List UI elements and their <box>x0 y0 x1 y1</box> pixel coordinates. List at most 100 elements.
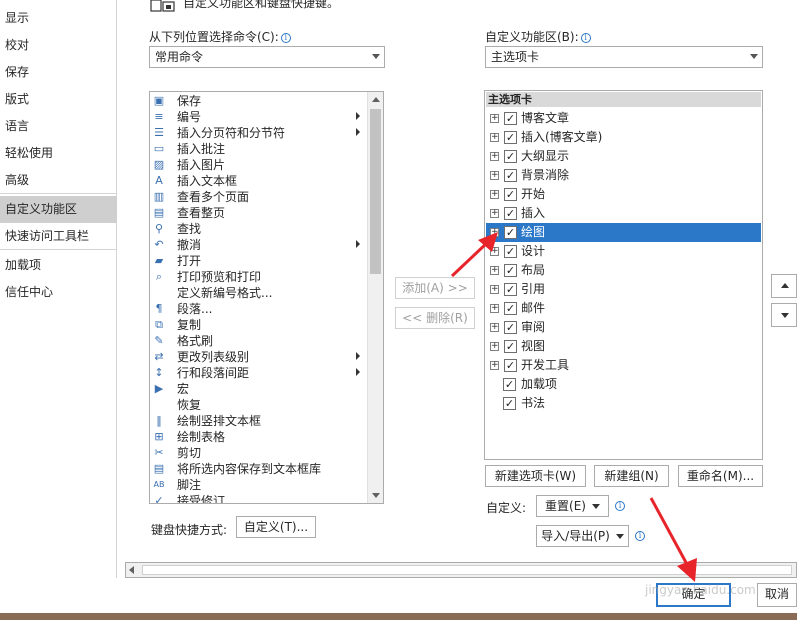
tab-checkbox[interactable]: ✓ <box>504 188 517 201</box>
command-item[interactable]: ☰ 插入分页符和分节符 <box>150 125 368 141</box>
expand-icon[interactable]: + <box>490 114 499 123</box>
nav-item[interactable]: 信任中心 <box>0 279 117 306</box>
tab-checkbox[interactable]: ✓ <box>504 321 517 334</box>
rename-button[interactable]: 重命名(M)... <box>678 465 763 487</box>
command-item[interactable]: ▤ 查看整页 <box>150 205 368 221</box>
command-item[interactable]: ‖ 绘制竖排文本框 <box>150 413 368 429</box>
import-export-dropdown[interactable]: 导入/导出(P) <box>536 525 629 547</box>
move-up-button[interactable] <box>771 274 797 298</box>
expand-icon[interactable]: + <box>490 171 499 180</box>
command-item[interactable]: ⚲ 查找 <box>150 221 368 237</box>
command-item[interactable]: ▥ 查看多个页面 <box>150 189 368 205</box>
command-item[interactable]: ¶ 段落... <box>150 301 368 317</box>
ribbon-tab-item[interactable]: + ✓ 大纲显示 <box>486 147 761 166</box>
tab-checkbox[interactable]: ✓ <box>504 131 517 144</box>
expand-icon[interactable]: + <box>490 152 499 161</box>
tab-checkbox[interactable]: ✓ <box>504 340 517 353</box>
command-item[interactable]: ✓ 接受修订 <box>150 493 368 503</box>
command-item[interactable]: A 插入文本框 <box>150 173 368 189</box>
command-item[interactable]: ↕ 行和段落间距 <box>150 365 368 381</box>
command-item[interactable]: ▤ 将所选内容保存到文本框库 <box>150 461 368 477</box>
keyboard-shortcuts-label: 键盘快捷方式: <box>151 523 228 537</box>
new-group-button[interactable]: 新建组(N) <box>594 465 669 487</box>
nav-item[interactable]: 高级 <box>0 167 117 194</box>
tab-checkbox[interactable]: ✓ <box>503 378 516 391</box>
command-item[interactable]: ⊞ 绘制表格 <box>150 429 368 445</box>
nav-item[interactable]: 版式 <box>0 86 117 113</box>
scroll-down-icon[interactable] <box>372 493 380 498</box>
ribbon-tab-label: 绘图 <box>521 225 546 239</box>
command-item[interactable]: 恢复 <box>150 397 368 413</box>
tab-checkbox[interactable]: ✓ <box>504 112 517 125</box>
expand-icon[interactable]: + <box>490 304 499 313</box>
command-item[interactable]: ✎ 格式刷 <box>150 333 368 349</box>
command-item[interactable]: ▣ 保存 <box>150 93 368 109</box>
command-item[interactable]: ▰ 打开 <box>150 253 368 269</box>
tab-checkbox[interactable]: ✓ <box>504 169 517 182</box>
scroll-left-icon[interactable] <box>129 566 134 574</box>
expand-icon[interactable]: + <box>490 361 499 370</box>
command-item[interactable]: ⌕ 打印预览和打印 <box>150 269 368 285</box>
command-item[interactable]: ⧉ 复制 <box>150 317 368 333</box>
ribbon-tab-item[interactable]: + ✓ 插入 <box>486 204 761 223</box>
add-button[interactable]: 添加(A) >> <box>395 277 475 299</box>
ribbon-tab-item[interactable]: + ✓ 绘图 <box>486 223 761 242</box>
ribbon-tab-item[interactable]: + ✓ 开发工具 <box>486 356 761 375</box>
ribbon-tab-item[interactable]: + ✓ 设计 <box>486 242 761 261</box>
command-item[interactable]: ▨ 插入图片 <box>150 157 368 173</box>
ribbon-tab-item[interactable]: + ✓ 视图 <box>486 337 761 356</box>
nav-item[interactable]: 自定义功能区 <box>0 196 117 223</box>
command-item[interactable]: 定义新编号格式... <box>150 285 368 301</box>
command-item[interactable]: ✂ 剪切 <box>150 445 368 461</box>
ribbon-tab-item[interactable]: + ✓ 开始 <box>486 185 761 204</box>
nav-item[interactable]: 语言 <box>0 113 117 140</box>
move-down-button[interactable] <box>771 303 797 327</box>
ribbon-tab-item[interactable]: ✓ 书法 <box>486 394 761 413</box>
tab-checkbox[interactable]: ✓ <box>504 359 517 372</box>
expand-icon[interactable]: + <box>490 190 499 199</box>
scroll-thumb[interactable] <box>370 109 381 274</box>
reset-dropdown[interactable]: 重置(E) <box>536 495 609 517</box>
tab-checkbox[interactable]: ✓ <box>503 397 516 410</box>
nav-item[interactable]: 显示 <box>0 5 117 32</box>
nav-item[interactable]: 保存 <box>0 59 117 86</box>
ribbon-tabs-dropdown[interactable]: 主选项卡 <box>485 46 763 68</box>
new-tab-button[interactable]: 新建选项卡(W) <box>485 465 586 487</box>
ribbon-tab-item[interactable]: + ✓ 背景消除 <box>486 166 761 185</box>
expand-icon[interactable]: + <box>490 342 499 351</box>
command-item[interactable]: ↶ 撤消 <box>150 237 368 253</box>
nav-item[interactable]: 加载项 <box>0 252 117 279</box>
command-source-dropdown[interactable]: 常用命令 <box>149 46 385 68</box>
tab-checkbox[interactable]: ✓ <box>504 207 517 220</box>
ribbon-tab-item[interactable]: + ✓ 审阅 <box>486 318 761 337</box>
ribbon-tab-item[interactable]: + ✓ 引用 <box>486 280 761 299</box>
ribbon-tab-item[interactable]: + ✓ 博客文章 <box>486 109 761 128</box>
ribbon-tab-item[interactable]: ✓ 加载项 <box>486 375 761 394</box>
command-item[interactable]: ≡ 编号 <box>150 109 368 125</box>
nav-item[interactable]: 快速访问工具栏 <box>0 223 117 250</box>
expand-icon[interactable]: + <box>490 209 499 218</box>
command-item[interactable]: ▭ 插入批注 <box>150 141 368 157</box>
tab-checkbox[interactable]: ✓ <box>504 302 517 315</box>
ribbon-tab-tree[interactable]: 主选项卡 + ✓ 博客文章 + ✓ 插入(博客文章) + ✓ 大纲显示 + ✓ 背景消除 + ✓ 开始 + ✓ 插… <box>484 90 763 460</box>
command-list[interactable]: ▣ 保存 ≡ 编号 ☰ 插入分页符和分节符 ▭ 插入批注 ▨ 插入图片 A 插入文本框 ▥ 查看多个页面 ▤… <box>149 91 384 504</box>
expand-icon[interactable]: + <box>490 285 499 294</box>
nav-item[interactable]: 轻松使用 <box>0 140 117 167</box>
command-item[interactable]: ⇄ 更改列表级别 <box>150 349 368 365</box>
command-item[interactable]: ▶ 宏 <box>150 381 368 397</box>
expand-icon[interactable]: + <box>490 323 499 332</box>
customize-shortcuts-button[interactable]: 自定义(T)... <box>236 516 316 538</box>
ribbon-tab-item[interactable]: + ✓ 布局 <box>486 261 761 280</box>
remove-button[interactable]: << 删除(R) <box>395 307 475 329</box>
tab-checkbox[interactable]: ✓ <box>504 150 517 163</box>
ribbon-tab-item[interactable]: + ✓ 插入(博客文章) <box>486 128 761 147</box>
expand-icon[interactable]: + <box>490 133 499 142</box>
scroll-up-icon[interactable] <box>372 97 380 102</box>
nav-item[interactable]: 校对 <box>0 32 117 59</box>
cancel-button[interactable]: 取消 <box>757 583 797 607</box>
command-item[interactable]: AB 脚注 <box>150 477 368 493</box>
ribbon-tab-item[interactable]: + ✓ 邮件 <box>486 299 761 318</box>
command-label: 查看整页 <box>177 206 226 220</box>
tab-checkbox[interactable]: ✓ <box>504 283 517 296</box>
command-list-scrollbar[interactable] <box>367 92 383 503</box>
